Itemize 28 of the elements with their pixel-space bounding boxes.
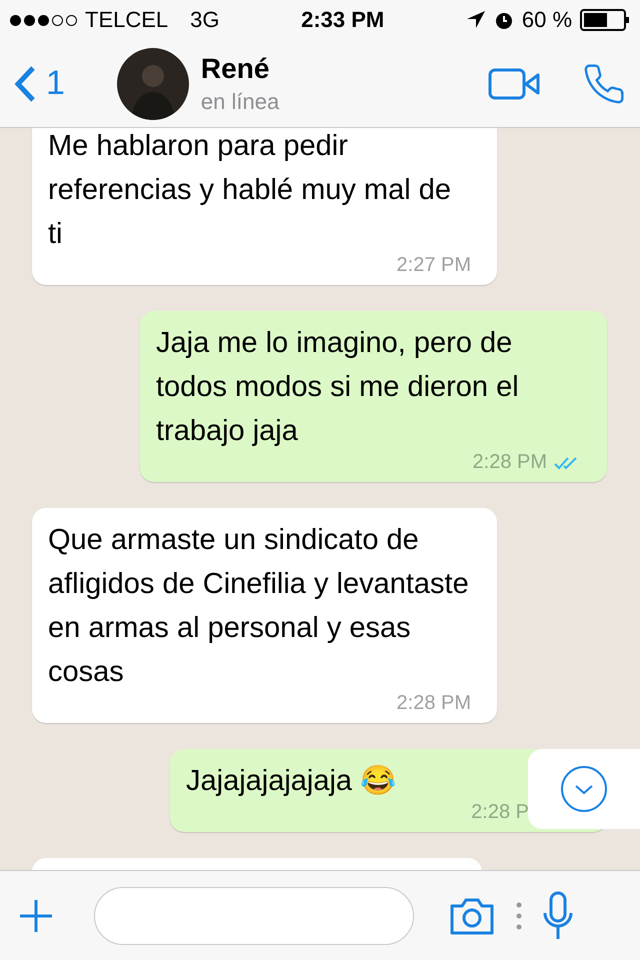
message-time: 2:28 P bbox=[471, 801, 529, 824]
scroll-down-button[interactable] bbox=[528, 749, 640, 829]
message-time: 2:28 PM bbox=[472, 451, 547, 474]
phone-icon[interactable] bbox=[582, 62, 626, 106]
clock-time: 2:33 PM bbox=[301, 7, 384, 33]
battery-percentage: 60 % bbox=[522, 7, 572, 33]
chevron-down-circle-icon[interactable] bbox=[560, 765, 608, 813]
message-text: Me hablaron para pedir referencias y hablé muy mal de ti bbox=[48, 129, 452, 252]
message-time: 2:27 PM bbox=[396, 254, 471, 277]
back-chevron-icon[interactable] bbox=[14, 64, 36, 102]
back-button[interactable]: 1 bbox=[14, 64, 65, 103]
contact-status: en línea bbox=[200, 88, 280, 114]
alarm-clock-icon bbox=[494, 10, 514, 30]
plus-icon[interactable] bbox=[18, 898, 54, 934]
message-text: Jaja me lo imagino, pero de todos modos si me dieron el trabajo jaja bbox=[156, 326, 520, 449]
video-camera-icon[interactable] bbox=[488, 66, 540, 100]
contact-name: René bbox=[200, 52, 270, 84]
more-dots-icon[interactable] bbox=[516, 900, 522, 930]
message-text: Jajajajajajaja 😂 bbox=[186, 764, 398, 799]
carrier-label: TELCEL bbox=[85, 7, 168, 33]
message-text: Que armaste un sindicato de afligidos de Cinefilia y levantaste en armas al personal y esas cosas bbox=[48, 523, 470, 690]
location-arrow-icon bbox=[466, 10, 486, 30]
network-label: 3G bbox=[190, 7, 220, 33]
camera-icon[interactable] bbox=[448, 896, 496, 936]
message-time: 2:28 PM bbox=[396, 692, 471, 715]
signal-icon bbox=[10, 14, 77, 26]
microphone-icon[interactable] bbox=[542, 890, 574, 940]
battery-icon bbox=[580, 9, 630, 31]
